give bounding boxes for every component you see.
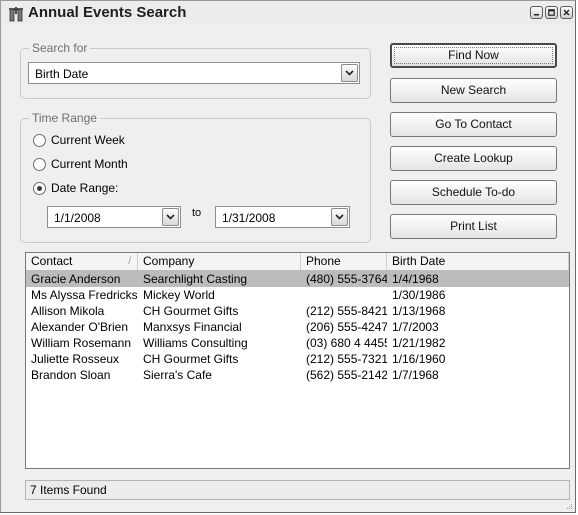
cell-company: CH Gourmet Gifts (143, 352, 239, 366)
cell-phone: (480) 555-3764 (306, 272, 387, 286)
table-row[interactable]: Allison Mikola CH Gourmet Gifts (212) 555-… (26, 303, 569, 319)
resize-grip-icon[interactable] (565, 502, 573, 510)
items-found-count: 7 Items Found (30, 483, 107, 497)
find-now-button[interactable]: Find Now (390, 43, 557, 68)
title-bar[interactable]: Annual Events Search (1, 1, 575, 25)
cell-company: Mickey World (143, 288, 215, 302)
print-list-button[interactable]: Print List (390, 214, 557, 239)
cell-company: Williams Consulting (143, 336, 248, 350)
column-header-birth-date[interactable]: Birth Date (387, 253, 569, 270)
cell-company: Manxsys Financial (143, 320, 242, 334)
table-row[interactable]: William Rosemann Williams Consulting (03) … (26, 335, 569, 351)
tombstone-icon (9, 7, 23, 22)
cell-contact: Juliette Rosseux (31, 352, 120, 366)
cell-contact: Allison Mikola (31, 304, 105, 318)
cell-phone (301, 287, 387, 303)
cell-birth-date: 1/7/2003 (392, 320, 439, 334)
cell-contact: Brandon Sloan (31, 368, 111, 382)
table-row[interactable]: Brandon Sloan Sierra's Cafe (562) 555-2142… (26, 367, 569, 383)
cell-company: Sierra's Cafe (143, 368, 212, 382)
table-row[interactable]: Juliette Rosseux CH Gourmet Gifts (212) 55… (26, 351, 569, 367)
new-search-button[interactable]: New Search (390, 78, 557, 103)
cell-contact: Gracie Anderson (31, 272, 121, 286)
cell-contact: William Rosemann (31, 336, 132, 350)
status-bar: 7 Items Found (25, 480, 570, 500)
cell-birth-date: 1/7/1968 (392, 368, 439, 382)
to-date-value: 1/31/2008 (222, 211, 276, 225)
table-row[interactable]: Gracie Anderson Searchlight Casting (480) … (26, 271, 569, 287)
to-date-picker[interactable]: 1/31/2008 (215, 206, 350, 228)
table-row[interactable]: Ms Alyssa Fredricks, Mickey World 1/30/198… (26, 287, 569, 303)
time-range-legend: Time Range (29, 111, 100, 125)
column-header-company[interactable]: Company (138, 253, 301, 270)
radio-label: Current Week (51, 133, 125, 147)
chevron-down-icon[interactable] (162, 208, 179, 226)
cell-birth-date: 1/16/1960 (392, 352, 446, 366)
window-title: Annual Events Search (28, 4, 187, 21)
chevron-down-icon[interactable] (331, 208, 348, 226)
annual-events-search-window: Annual Events Search Search for Birth Da… (0, 0, 576, 513)
radio-button[interactable] (33, 158, 46, 171)
to-label: to (192, 207, 202, 219)
minimize-icon[interactable] (530, 6, 543, 19)
radio-label: Current Month (51, 157, 128, 171)
cell-contact: Alexander O'Brien (31, 320, 129, 334)
search-for-value: Birth Date (35, 67, 89, 81)
from-date-value: 1/1/2008 (54, 211, 101, 225)
column-header-label: Phone (306, 254, 341, 268)
cell-birth-date: 1/13/1968 (392, 304, 446, 318)
column-header-label: Birth Date (392, 254, 446, 268)
radio-button[interactable] (33, 134, 46, 147)
cell-birth-date: 1/30/1986 (392, 288, 446, 302)
cell-phone: (212) 555-7321 (306, 352, 387, 366)
cell-phone: (03) 680 4 4455 (306, 336, 387, 350)
cell-birth-date: 1/21/1982 (392, 336, 446, 350)
go-to-contact-button[interactable]: Go To Contact (390, 112, 557, 137)
table-row[interactable]: Alexander O'Brien Manxsys Financial (206) … (26, 319, 569, 335)
sort-indicator-icon: / (128, 256, 131, 267)
search-for-legend: Search for (29, 41, 91, 55)
create-lookup-button[interactable]: Create Lookup (390, 146, 557, 171)
chevron-down-icon[interactable] (341, 64, 358, 82)
radio-button-checked[interactable] (33, 182, 46, 195)
cell-contact: Ms Alyssa Fredricks, (31, 288, 138, 302)
cell-company: CH Gourmet Gifts (143, 304, 239, 318)
maximize-icon[interactable] (545, 6, 558, 19)
cell-phone: (562) 555-2142 (306, 368, 387, 382)
results-list[interactable]: Contact / Company Phone Birth Date Graci… (25, 252, 570, 469)
cell-company: Searchlight Casting (143, 272, 248, 286)
close-icon[interactable] (560, 6, 573, 19)
results-header: Contact / Company Phone Birth Date (26, 253, 569, 271)
schedule-todo-button[interactable]: Schedule To-do (390, 180, 557, 205)
cell-phone: (212) 555-8421 (306, 304, 387, 318)
cell-birth-date: 1/4/1968 (392, 272, 439, 286)
column-header-contact[interactable]: Contact / (26, 253, 138, 270)
column-header-phone[interactable]: Phone (301, 253, 387, 270)
cell-phone: (206) 555-4247 (306, 320, 387, 334)
column-header-label: Contact (31, 254, 73, 268)
radio-label: Date Range: (51, 181, 119, 195)
column-header-label: Company (143, 254, 195, 268)
search-for-dropdown[interactable]: Birth Date (28, 62, 360, 84)
from-date-picker[interactable]: 1/1/2008 (47, 206, 181, 228)
